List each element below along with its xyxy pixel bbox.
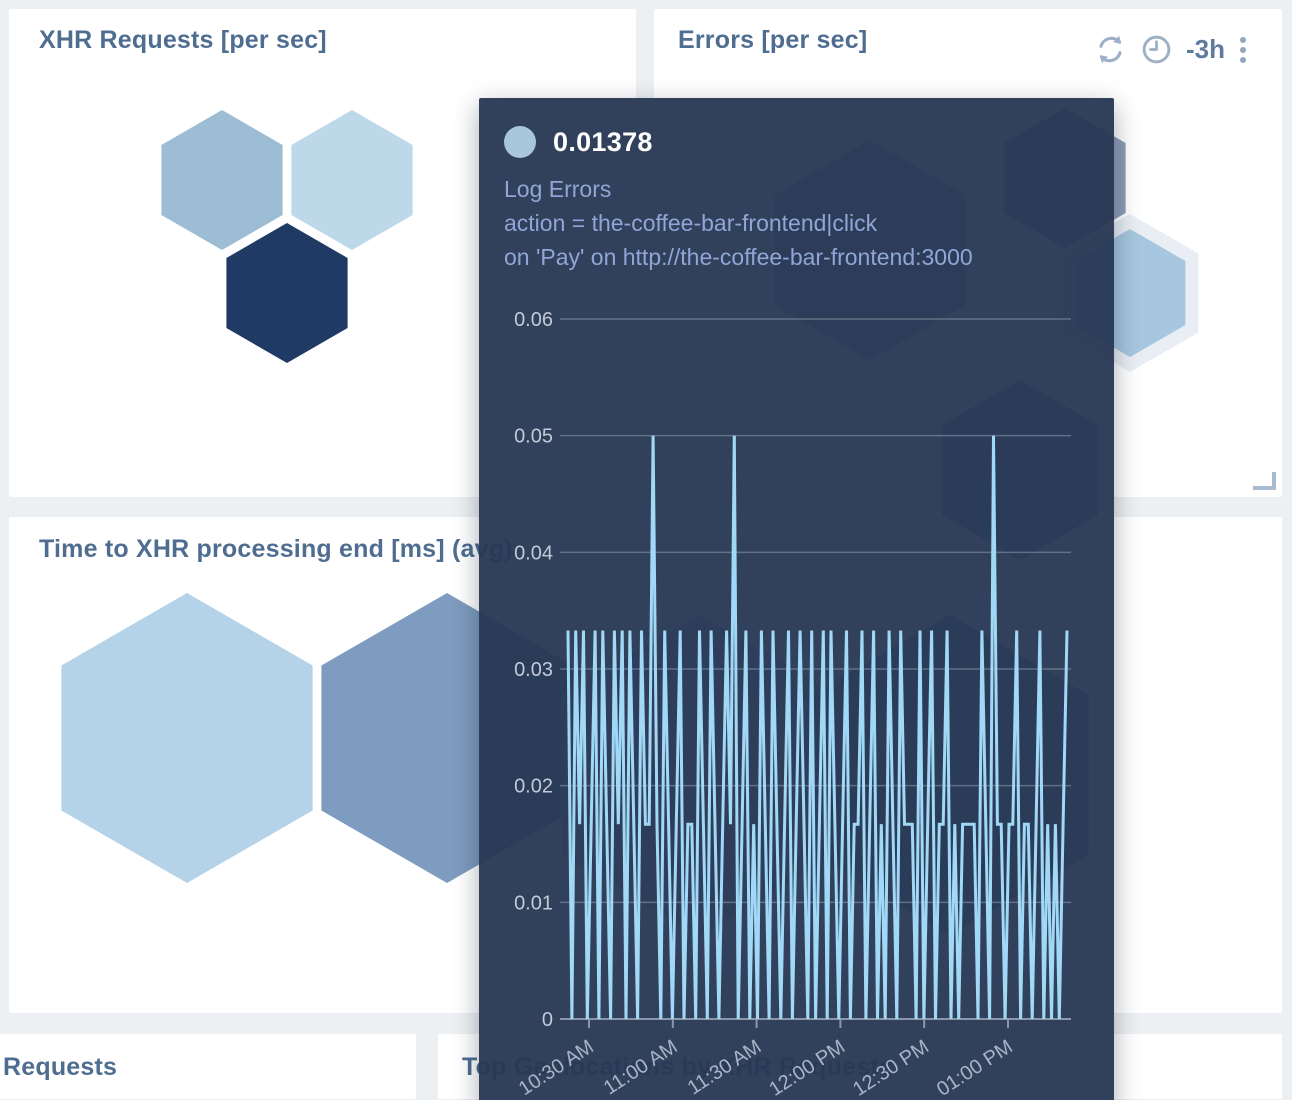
errors-line-series[interactable] [568,436,1067,1019]
x-axis-tick-label: 11:30 AM [684,1036,766,1100]
refresh-button[interactable] [1094,33,1127,66]
time-window-button[interactable] [1140,33,1173,66]
y-axis-tick-label: 0.03 [514,659,553,681]
tooltip-header: 0.01378 [504,126,653,158]
x-axis-tick-label: 01:00 PM [933,1036,1017,1100]
y-axis-tick-label: 0.02 [514,776,553,798]
panel-title-xhr-requests: XHR Requests [per sec] [9,9,636,55]
x-axis-tick-label: 11:00 AM [600,1036,682,1100]
tooltip-value: 0.01378 [553,127,653,158]
x-axis-tick-label: 12:30 PM [849,1036,933,1100]
kebab-menu-icon [1240,37,1246,63]
refresh-icon [1094,33,1127,66]
tooltip-description: Log Errors action = the-coffee-bar-front… [504,172,973,274]
tooltip-series-label: Log Errors [504,172,973,206]
tooltip-desc-line: action = the-coffee-bar-frontend|click [504,206,973,240]
panel-menu-button[interactable] [1238,35,1248,65]
x-axis-tick-label: 12:00 PM [765,1036,849,1100]
panel-title-requests: Requests [0,1034,416,1082]
panel-requests: Requests [0,1033,417,1100]
chart-tooltip: 0.06 0.05 0.04 0.03 0.02 0.01 0 10:30 AM11:00 A… [479,98,1114,1100]
series-color-dot-icon [504,126,536,158]
clock-icon [1140,33,1173,66]
time-range-label[interactable]: -3h [1186,34,1225,65]
y-axis-tick-label: 0 [542,1009,553,1031]
panel-toolbar: -3h [1094,33,1248,66]
apm-dashboard: XHR Requests [per sec] Errors [per sec] [0,0,1292,1100]
y-axis-tick-label: 0.01 [514,892,553,914]
y-axis-tick-label: 0.06 [514,309,553,331]
resize-handle-icon[interactable] [1253,472,1276,490]
tooltip-desc-line: on 'Pay' on http://the-coffee-bar-fronte… [504,240,973,274]
x-axis-tick-label: 10:30 AM [515,1036,598,1100]
y-axis-tick-label: 0.05 [514,426,553,448]
y-axis-tick-label: 0.04 [514,542,553,564]
